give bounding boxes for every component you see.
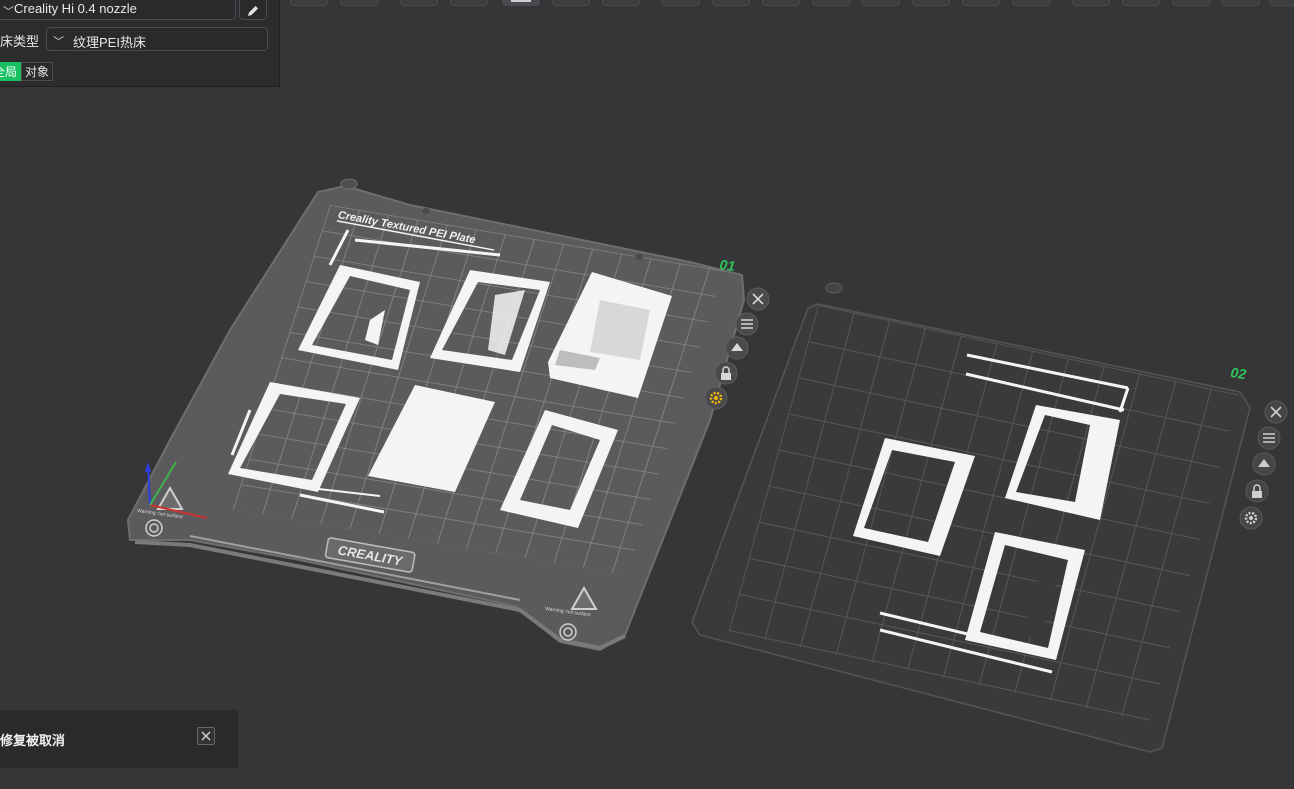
chevron-down-icon: ﹀: [53, 36, 64, 48]
plate-2-close-button[interactable]: [1264, 400, 1288, 424]
plate-2-tab: [825, 282, 843, 294]
printer-row: ﹀ Creality Hi 0.4 nozzle: [0, 0, 279, 20]
notification-close-button[interactable]: [197, 727, 215, 745]
plate-2-number: 02: [1230, 364, 1248, 382]
plate-2-lock-button[interactable]: [1245, 479, 1269, 503]
plate-1-lock-button[interactable]: [714, 361, 738, 385]
bed-type-label: 床类型: [0, 34, 40, 49]
edit-pencil-icon: [248, 6, 258, 16]
edit-printer-button[interactable]: [239, 0, 267, 20]
plate-1-number: 01: [719, 256, 737, 274]
scope-global-tab[interactable]: 全局: [0, 62, 22, 81]
build-plate-viewport[interactable]: CREALITY Creality Textured PEI Plate War…: [0, 0, 1294, 789]
plate-1-arrange-button[interactable]: [735, 312, 759, 336]
plate-2-settings-button[interactable]: [1239, 506, 1263, 530]
notification-toast: 修复被取消: [0, 710, 238, 768]
lock-icon: [721, 373, 731, 380]
plate-1-settings-button[interactable]: [704, 386, 728, 410]
printer-select[interactable]: ﹀ Creality Hi 0.4 nozzle: [0, 0, 236, 20]
plate-1[interactable]: CREALITY Creality Textured PEI Plate War…: [126, 178, 770, 652]
close-icon: [201, 731, 211, 741]
printer-name: Creality Hi 0.4 nozzle: [14, 1, 137, 16]
plate-1-tab: [340, 178, 358, 190]
bed-type-value: 纹理PEI热床: [73, 35, 146, 50]
plate-2-orient-button[interactable]: [1252, 452, 1276, 476]
print-settings-panel: ﹀ Creality Hi 0.4 nozzle 床类型 ﹀ 纹理PEI热床 全…: [0, 0, 280, 87]
plate-1-close-button[interactable]: [746, 287, 770, 311]
plate-2-arrange-button[interactable]: [1257, 426, 1281, 450]
plate-2[interactable]: 02: [691, 282, 1288, 753]
scope-toggle: 全局 对象: [0, 62, 54, 81]
lock-icon: [1252, 491, 1262, 498]
scope-object-tab[interactable]: 对象: [21, 62, 54, 81]
notification-text: 修复被取消: [0, 733, 66, 748]
plate-1-orient-button[interactable]: [725, 336, 749, 360]
bed-type-select[interactable]: ﹀ 纹理PEI热床: [46, 27, 268, 51]
chevron-down-icon: ﹀: [3, 6, 14, 18]
